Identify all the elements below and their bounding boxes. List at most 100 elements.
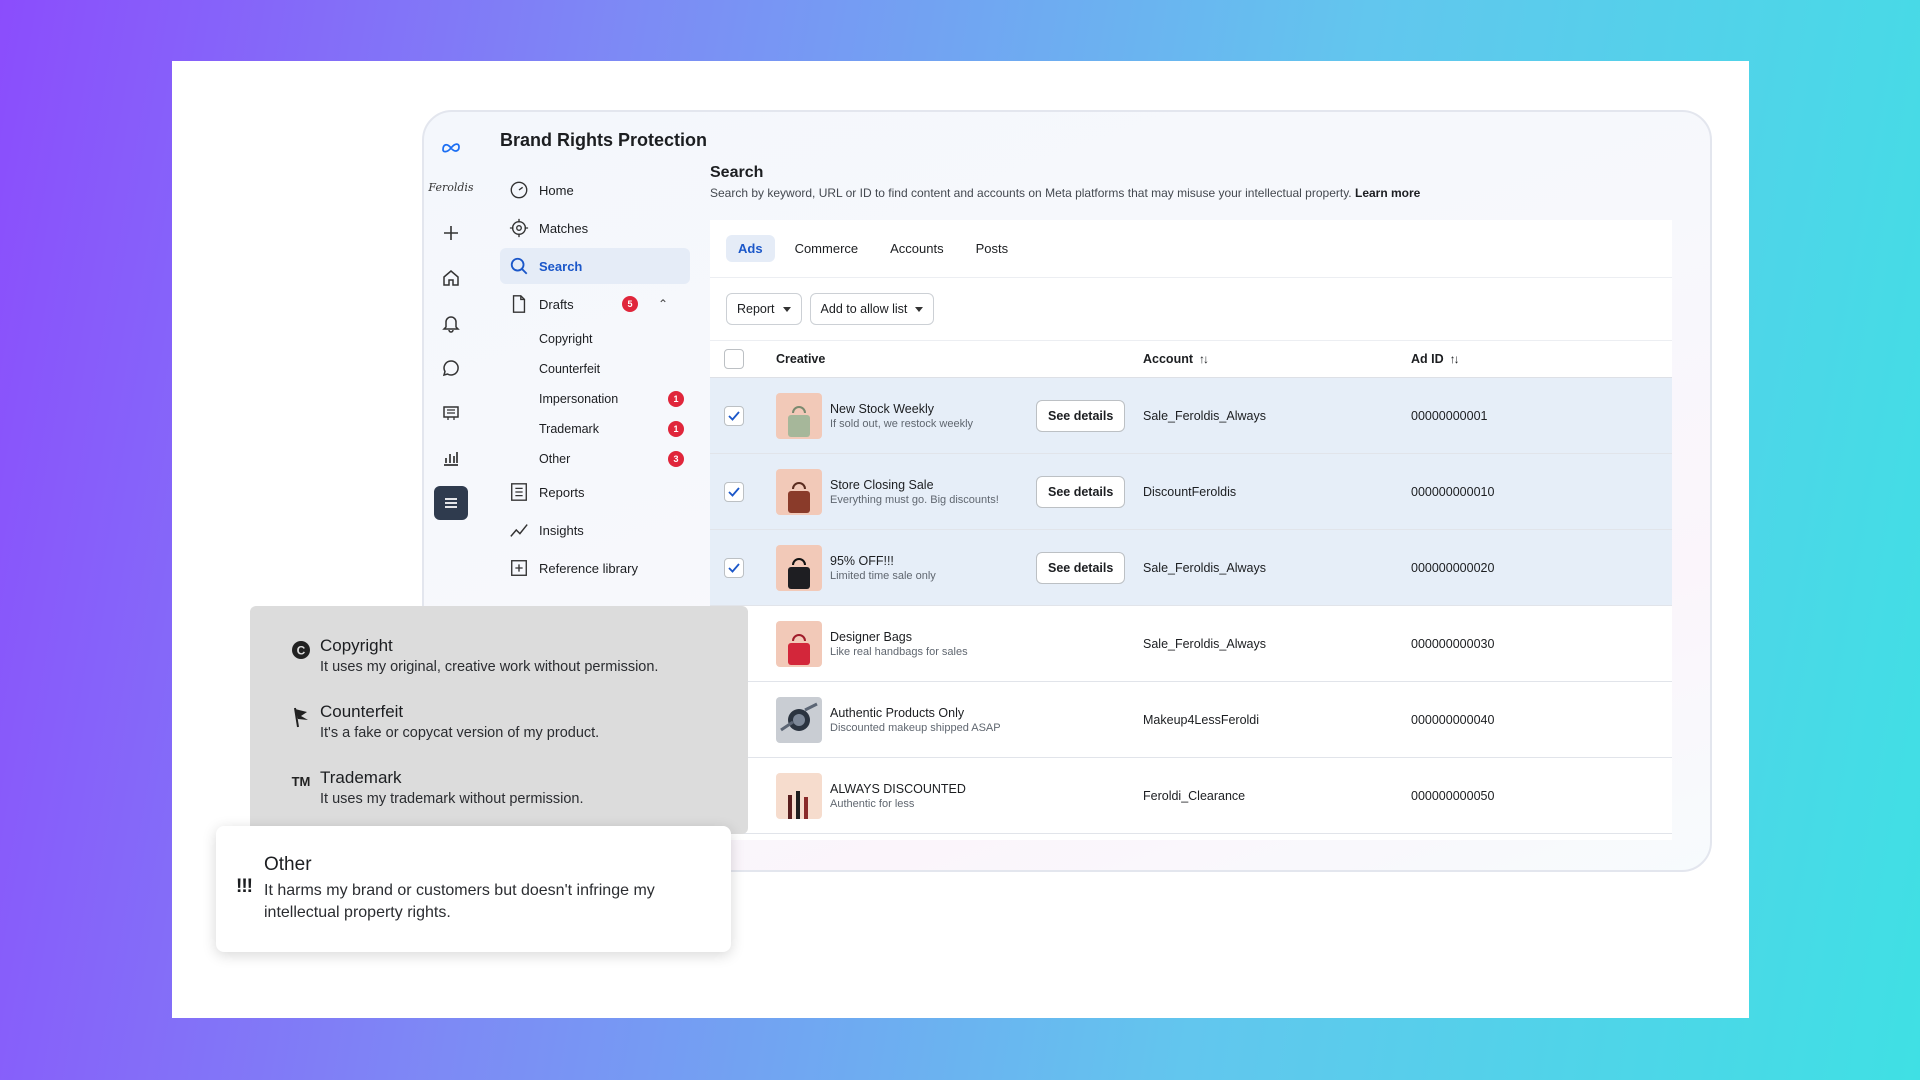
allow-list-label: Add to allow list: [820, 302, 908, 316]
target-icon: [508, 217, 530, 239]
nav-label-insights: Insights: [539, 522, 584, 538]
report-dropdown[interactable]: Report: [726, 293, 802, 325]
billboard-icon[interactable]: [434, 396, 468, 430]
plus-icon[interactable]: [434, 216, 468, 250]
nav-item-reports[interactable]: Reports: [500, 474, 690, 510]
overlay-desc: It harms my brand or customers but doesn…: [264, 882, 655, 922]
see-details-button[interactable]: See details: [1036, 399, 1126, 432]
brand-logo[interactable]: Feroldis: [428, 170, 473, 204]
tab-ads[interactable]: Ads: [726, 235, 775, 262]
nav-label-search: Search: [539, 258, 583, 274]
ad-thumbnail: [776, 772, 822, 819]
account-cell: Feroldi_Clearance: [1143, 788, 1246, 803]
account-cell: Sale_Feroldis_Always: [1143, 560, 1266, 575]
nav-item-home[interactable]: Home: [500, 172, 690, 208]
document-icon: [508, 293, 530, 315]
select-all-checkbox[interactable]: [724, 349, 744, 369]
nav-item-drafts[interactable]: Drafts 5 ⌃: [500, 286, 690, 322]
creative-subtitle: Discounted makeup shipped ASAP: [830, 721, 1001, 734]
sub-item-impersonation[interactable]: Impersonation 1: [500, 384, 690, 414]
table-row[interactable]: Authentic Products Only Discounted makeup…: [710, 682, 1672, 758]
overlay-item-trademark[interactable]: TM Trademark It uses my trademark without…: [290, 768, 584, 807]
header-ad-id[interactable]: Ad ID ↑↓: [1411, 352, 1611, 366]
sub-item-other[interactable]: Other 3: [500, 444, 690, 474]
ad-id-cell: 000000000040: [1411, 712, 1495, 727]
chevron-up-icon[interactable]: ⌃: [658, 297, 668, 311]
count-badge: 3: [668, 451, 684, 467]
overlay-item-counterfeit[interactable]: Counterfeit It's a fake or copycat versio…: [290, 702, 599, 741]
sub-item-counterfeit[interactable]: Counterfeit: [500, 354, 690, 384]
header-account[interactable]: Account ↑↓: [1143, 352, 1411, 366]
svg-text:C: C: [297, 644, 306, 658]
trend-icon: [508, 519, 530, 541]
ad-thumbnail: [776, 392, 822, 439]
chat-icon[interactable]: [434, 351, 468, 385]
ad-id-cell: 000000000010: [1411, 484, 1495, 499]
row-checkbox[interactable]: [724, 557, 744, 578]
nav-item-insights[interactable]: Insights: [500, 512, 690, 548]
menu-icon[interactable]: [434, 486, 468, 520]
tab-commerce[interactable]: Commerce: [783, 235, 871, 262]
overlay-item-copyright[interactable]: C Copyright It uses my original, creative…: [290, 636, 658, 675]
tab-posts[interactable]: Posts: [964, 235, 1021, 262]
ad-thumbnail: [776, 544, 822, 591]
home-icon[interactable]: [434, 261, 468, 295]
sub-label: Impersonation: [539, 392, 619, 406]
creative-title: 95% OFF!!!: [830, 553, 894, 568]
tab-accounts[interactable]: Accounts: [878, 235, 955, 262]
sub-label: Counterfeit: [539, 362, 601, 376]
account-cell: Sale_Feroldis_Always: [1143, 408, 1266, 423]
see-details-button[interactable]: See details: [1036, 551, 1126, 584]
see-details-button[interactable]: See details: [1036, 475, 1126, 508]
overlay-title: Trademark: [320, 768, 402, 787]
table-row[interactable]: New Stock Weekly If sold out, we restock …: [710, 378, 1672, 454]
app-title: Brand Rights Protection: [500, 130, 708, 150]
creative-title: Store Closing Sale: [830, 477, 934, 492]
allow-list-dropdown[interactable]: Add to allow list: [809, 293, 935, 325]
sub-item-trademark[interactable]: Trademark 1: [500, 414, 690, 444]
nav-label-home: Home: [539, 182, 574, 198]
sort-icon[interactable]: ↑↓: [1199, 352, 1209, 366]
bell-icon[interactable]: [434, 306, 468, 340]
report-label: Report: [737, 302, 775, 316]
table-header: Creative Account ↑↓ Ad ID ↑↓: [710, 340, 1672, 378]
creative-title: New Stock Weekly: [830, 401, 934, 416]
meta-logo-icon[interactable]: [434, 130, 468, 164]
bar-chart-icon[interactable]: [434, 441, 468, 475]
overlay-desc: It's a fake or copycat version of my pro…: [320, 725, 600, 741]
table-row[interactable]: Store Closing Sale Everything must go. Bi…: [710, 454, 1672, 530]
header-creative: Creative: [776, 352, 826, 366]
library-add-icon: [508, 557, 530, 579]
nav-item-search[interactable]: Search: [500, 248, 690, 284]
ad-thumbnail: [776, 696, 822, 743]
row-checkbox[interactable]: [724, 405, 744, 426]
ad-id-cell: 000000000020: [1411, 560, 1495, 575]
overlay-item-other[interactable]: !!! Other It harms my brand or customers…: [216, 826, 731, 952]
caret-down-icon: [782, 306, 791, 312]
copyright-icon: C: [290, 636, 312, 675]
sort-icon[interactable]: ↑↓: [1450, 352, 1460, 366]
row-checkbox[interactable]: [724, 481, 744, 502]
description-text: Search by keyword, URL or ID to find con…: [710, 186, 1352, 200]
table-row[interactable]: ALWAYS DISCOUNTED Authentic for less Fero…: [710, 758, 1672, 834]
search-icon: [508, 255, 530, 277]
header-ad-id-label: Ad ID: [1411, 352, 1444, 366]
nav-item-matches[interactable]: Matches: [500, 210, 690, 246]
sidebar-nav: Home Matches Search Drafts 5 ⌃ Copyright…: [500, 172, 690, 588]
nav-label-reference-library: Reference library: [539, 560, 638, 576]
nav-label-matches: Matches: [539, 220, 589, 236]
flag-icon: [290, 702, 312, 741]
report-type-overlay: C Copyright It uses my original, creative…: [250, 606, 748, 834]
search-header: Search Search by keyword, URL or ID to f…: [710, 164, 1680, 200]
nav-item-reference-library[interactable]: Reference library: [500, 550, 690, 586]
overlay-desc: It uses my trademark without permission.: [320, 791, 584, 807]
creative-subtitle: Like real handbags for sales: [830, 645, 968, 658]
creative-title: Authentic Products Only: [830, 705, 965, 720]
sub-label: Trademark: [539, 422, 599, 436]
learn-more-link[interactable]: Learn more: [1355, 186, 1420, 200]
table-row[interactable]: 95% OFF!!! Limited time sale only See det…: [710, 530, 1672, 606]
sub-item-copyright[interactable]: Copyright: [500, 324, 690, 354]
toolbar: Report Add to allow list: [710, 278, 1672, 340]
table-row[interactable]: Designer Bags Like real handbags for sale…: [710, 606, 1672, 682]
nav-label-reports: Reports: [539, 484, 585, 500]
